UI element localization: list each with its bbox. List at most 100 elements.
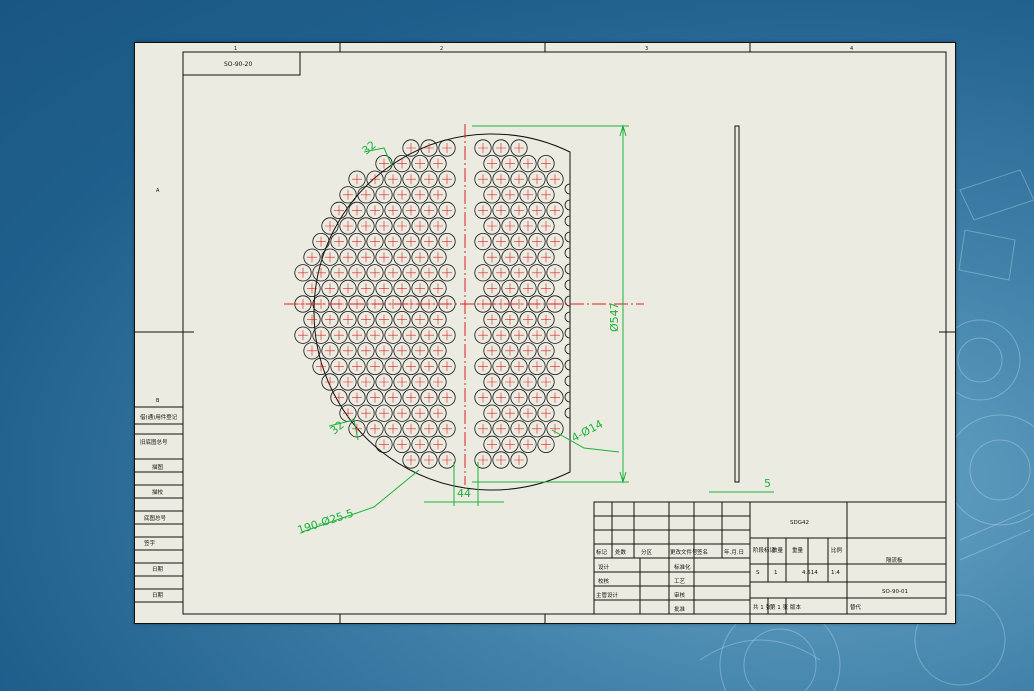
hole-centermark [433, 439, 443, 450]
pitch-dimension: 32 [360, 138, 379, 157]
edge-notch [564, 231, 571, 243]
hole-centermark [541, 408, 551, 419]
hole-centermark [334, 330, 344, 341]
hole-centermark [334, 267, 344, 278]
part-name: 隔流板 [886, 556, 903, 564]
hole-centermark [514, 423, 524, 434]
ref-code: SO-90-20 [224, 61, 252, 68]
edge-notch [564, 311, 571, 323]
hole-centermark [505, 252, 515, 263]
hole-centermark [361, 408, 371, 419]
hole-centermark [487, 345, 497, 356]
hole-centermark [550, 267, 560, 278]
hole-centermark [406, 423, 416, 434]
hole-centermark [550, 174, 560, 185]
hole-centermark [316, 236, 326, 247]
hole-centermark [478, 361, 488, 372]
left-strip-label: 日期 [152, 566, 164, 573]
hole-centermark [343, 189, 353, 200]
hole-centermark [505, 283, 515, 294]
title-header: 签名 [697, 548, 708, 556]
thickness-dimension: 5 [764, 477, 771, 490]
zone-number-1: 1 [234, 46, 237, 52]
hole-centermark [505, 314, 515, 325]
hole-centermark [415, 158, 425, 169]
hole-centermark [550, 423, 560, 434]
drawing-sheet: 1 2 3 4 A B SO-90-20 借(通)用件登记 旧底图总号 描图 描… [134, 42, 956, 624]
hole-centermark [379, 283, 389, 294]
hole-centermark [532, 267, 542, 278]
hole-centermark [325, 221, 335, 231]
hole-centermark [316, 361, 326, 372]
hole-centermark [352, 267, 362, 278]
hole-centermark [487, 439, 497, 450]
outer-diameter-dimension: Ø547 [608, 302, 621, 332]
hole-centermark [541, 221, 551, 231]
hole-centermark [487, 189, 497, 200]
hole-centermark [388, 330, 398, 341]
hole-centermark [487, 377, 497, 387]
hole-centermark [397, 283, 407, 294]
edge-notch [564, 199, 571, 211]
hole-centermark [541, 377, 551, 387]
hole-centermark [352, 392, 362, 403]
hole-centermark [523, 283, 533, 294]
design-row-label: 设计 [598, 563, 610, 571]
hole-centermark [415, 283, 425, 294]
hole-centermark [415, 314, 425, 325]
hole-centermark [379, 314, 389, 325]
hole-centermark [388, 205, 398, 216]
hole-centermark [523, 439, 533, 450]
stage-value: 4.514 [802, 570, 818, 576]
hole-centermark [550, 361, 560, 372]
hole-centermark [370, 174, 380, 185]
hole-centermark [397, 314, 407, 325]
zone-number-3: 3 [645, 46, 648, 52]
hole-centermark [388, 174, 398, 185]
hole-centermark [388, 361, 398, 372]
hole-centermark [334, 392, 344, 403]
left-strip-label: 日期 [152, 592, 164, 599]
hole-centermark [523, 158, 533, 169]
hole-centermark [433, 377, 443, 387]
stage-header: 重量 [792, 546, 804, 554]
hole-centermark [361, 345, 371, 356]
hole-centermark [478, 205, 488, 216]
edge-notch [564, 183, 571, 195]
edge-notch [564, 327, 571, 339]
hole-centermark [343, 283, 353, 294]
hole-centermark [532, 392, 542, 403]
hole-centermark [352, 330, 362, 341]
hole-centermark [442, 392, 452, 403]
hole-centermark [325, 252, 335, 263]
part-code: SDG42 [790, 520, 809, 526]
sheet-info: 共 1 张 [753, 603, 771, 611]
hole-centermark [406, 361, 416, 372]
hole-centermark [505, 158, 515, 169]
hole-centermark [343, 377, 353, 387]
left-strip-label: 签字 [144, 539, 156, 547]
edge-notch [564, 407, 571, 419]
hole-centermark [478, 267, 488, 278]
hole-centermark [361, 314, 371, 325]
hole-centermark [505, 408, 515, 419]
hole-centermark [307, 314, 317, 325]
hole-centermark [361, 283, 371, 294]
edge-notch [564, 279, 571, 291]
hole-centermark [370, 361, 380, 372]
side-holes-dimension: 4-Ø14 [569, 417, 605, 444]
hole-centermark [379, 345, 389, 356]
hole-centermark [406, 455, 416, 465]
design-row-label: 校核 [598, 577, 610, 585]
hole-centermark [550, 330, 560, 341]
hole-centermark [523, 221, 533, 231]
hole-pattern-dimension: 190-Ø25.5 [296, 507, 355, 537]
hole-centermark [388, 236, 398, 247]
hole-centermark [424, 392, 434, 403]
hole-centermark [496, 236, 506, 247]
edge-notch [564, 359, 571, 371]
hole-centermark [397, 439, 407, 450]
drawing-number: SO-90-01 [882, 589, 908, 595]
design-row-sub: 标准化 [674, 563, 691, 571]
hole-centermark [523, 408, 533, 419]
